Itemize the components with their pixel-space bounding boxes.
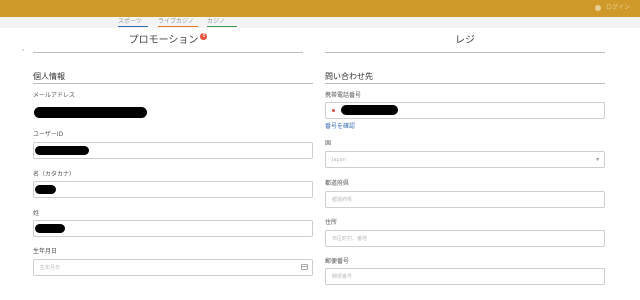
lastname-label: 姓: [33, 210, 40, 217]
email-label: メールアドレス: [33, 92, 76, 99]
sub-navigation: スポーツ ライブカジノ カジノ: [0, 17, 640, 28]
postal-field[interactable]: 郵便番号: [325, 268, 605, 285]
country-select[interactable]: Japan ▾: [325, 151, 605, 168]
userid-field[interactable]: [33, 142, 313, 159]
redacted-value: [35, 146, 89, 155]
nav-tab-casino[interactable]: カジノ: [207, 18, 237, 27]
tab-register[interactable]: レジ: [325, 30, 605, 53]
redacted-value: [341, 105, 398, 115]
lastname-field[interactable]: [33, 220, 313, 237]
phone-label: 携帯電話番号: [325, 92, 362, 99]
nav-tab-live-casino[interactable]: ライブカジノ: [158, 18, 198, 27]
postal-placeholder: 郵便番号: [332, 274, 353, 280]
section-title-personal: 個人情報: [33, 72, 313, 84]
redacted-value: [34, 107, 147, 118]
redacted-value: [35, 224, 65, 233]
address-placeholder: 市区町村、番地: [332, 236, 368, 242]
country-value: Japan: [332, 157, 346, 163]
postal-label: 郵便番号: [325, 258, 350, 265]
prefecture-label: 都道府県: [325, 180, 350, 187]
verify-number-link[interactable]: 番号を確認: [325, 123, 355, 131]
phone-field[interactable]: [325, 102, 605, 119]
user-icon: [594, 4, 601, 11]
firstname-field[interactable]: [33, 181, 313, 198]
country-label: 国: [325, 140, 332, 147]
address-label: 住所: [325, 219, 338, 226]
tab-promotion-label: プロモーション: [128, 35, 199, 46]
nav-tab-sports[interactable]: スポーツ: [118, 18, 148, 27]
promotion-count-badge: 8: [200, 33, 208, 40]
login-link[interactable]: ログイン: [594, 2, 630, 11]
firstname-label: 名（カタカナ）: [33, 171, 76, 178]
redacted-value: [35, 185, 56, 194]
address-field[interactable]: 市区町村、番地: [325, 230, 605, 247]
tab-promotion[interactable]: プロモーション 8: [33, 30, 303, 53]
chevron-down-icon: ▾: [595, 156, 599, 163]
prefecture-field[interactable]: 都道府県: [325, 191, 605, 208]
divider-dot: [22, 49, 24, 51]
birthdate-field[interactable]: 生年月日: [33, 259, 313, 276]
prefecture-placeholder: 都道府県: [332, 197, 353, 203]
required-indicator-icon: [332, 109, 335, 112]
calendar-icon[interactable]: [301, 264, 308, 270]
email-field[interactable]: [33, 103, 313, 120]
userid-label: ユーザーID: [33, 131, 64, 138]
birthdate-placeholder: 生年月日: [40, 265, 61, 271]
section-title-contact: 問い合わせ先: [325, 72, 605, 84]
top-bar: ログイン: [0, 0, 640, 17]
birthdate-label: 生年月日: [33, 248, 58, 255]
login-label: ログイン: [605, 4, 630, 11]
